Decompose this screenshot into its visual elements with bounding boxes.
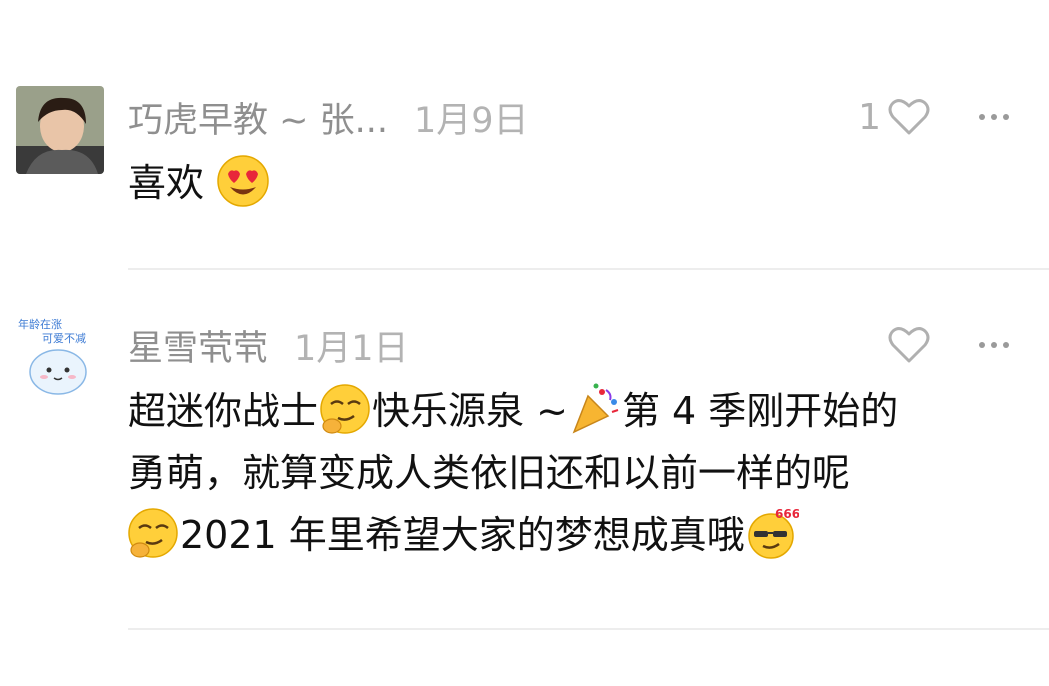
comment-text: 超迷你战士 快乐源泉 ~ 第 4 季刚开始的 勇萌，就算变成人类依旧还和以前一样… bbox=[128, 380, 949, 566]
divider bbox=[128, 628, 1049, 630]
comment-text: 喜欢 bbox=[128, 152, 949, 214]
more-dot bbox=[991, 114, 997, 120]
avatar-text: 可爱不减 bbox=[42, 332, 86, 345]
more-dot bbox=[1003, 114, 1009, 120]
heart-icon bbox=[888, 327, 930, 363]
comment-author[interactable]: 巧虎早教 ~ 张... bbox=[128, 92, 388, 143]
like-count: 1 bbox=[858, 96, 881, 138]
svg-text:666: 666 bbox=[775, 507, 799, 521]
comment-date: 1月1日 bbox=[294, 328, 409, 369]
smirk-emoji-icon bbox=[320, 384, 370, 434]
more-dot bbox=[1003, 342, 1009, 348]
smirk-emoji-icon bbox=[128, 508, 178, 558]
more-options-button[interactable] bbox=[979, 322, 1009, 368]
more-dot bbox=[979, 114, 985, 120]
party-popper-emoji-icon bbox=[572, 383, 619, 434]
heart-eyes-emoji-icon bbox=[217, 155, 269, 207]
cool-666-emoji-icon: 666 bbox=[748, 507, 799, 559]
avatar[interactable]: 年龄在涨 可爱不减 bbox=[16, 314, 104, 402]
avatar-text: 年龄在涨 bbox=[18, 317, 62, 331]
comment-meta: 巧虎早教 ~ 张... 1月9日 bbox=[128, 92, 529, 143]
comment-item: 年龄在涨 可爱不减 星雪茕茕 1月1日 超迷你战士 快乐源泉 ~ 第 4 季刚开… bbox=[0, 270, 1049, 630]
like-button[interactable] bbox=[881, 322, 931, 368]
comment-item: 巧虎早教 ~ 张... 1月9日 1 喜欢 bbox=[0, 0, 1049, 270]
comment-meta: 星雪茕茕 1月1日 bbox=[128, 320, 409, 371]
like-button[interactable]: 1 bbox=[858, 94, 931, 140]
more-dot bbox=[979, 342, 985, 348]
comment-date: 1月9日 bbox=[413, 100, 529, 141]
avatar[interactable] bbox=[16, 86, 104, 174]
more-options-button[interactable] bbox=[979, 94, 1009, 140]
comment-author[interactable]: 星雪茕茕 bbox=[128, 320, 268, 371]
heart-icon bbox=[888, 99, 930, 135]
more-dot bbox=[991, 342, 997, 348]
